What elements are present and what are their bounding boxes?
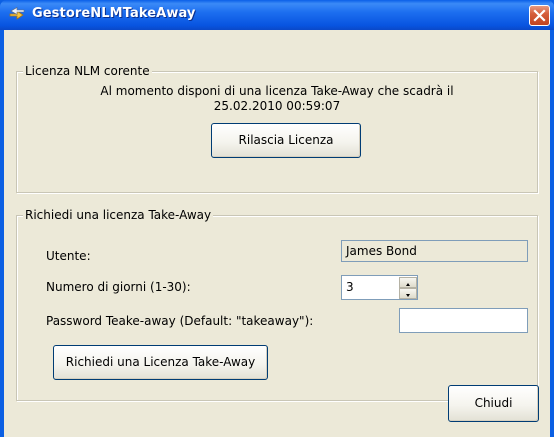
request-license-legend: Richiedi una licenza Take-Away [23, 208, 214, 222]
days-label: Numero di giorni (1-30): [46, 280, 191, 294]
app-window: GestoreNLMTakeAway Licenza NLM corente A… [0, 0, 554, 437]
license-message: Al momento disponi di una licenza Take-A… [100, 84, 454, 98]
close-button[interactable]: Chiudi [448, 385, 539, 422]
days-value[interactable]: 3 [346, 278, 354, 296]
window-title: GestoreNLMTakeAway [32, 6, 196, 21]
user-field: James Bond [341, 240, 528, 262]
days-down-button[interactable] [399, 288, 417, 299]
request-license-button[interactable]: Richiedi una Licenza Take-Away [53, 345, 268, 380]
user-label: Utente: [46, 249, 91, 263]
days-stepper[interactable]: 3 [341, 275, 418, 300]
license-expiry-date: 25.02.2010 00:59:07 [213, 99, 341, 113]
request-license-group: Richiedi una licenza Take-Away Utente: J… [16, 208, 538, 401]
title-bar[interactable]: GestoreNLMTakeAway [0, 0, 554, 30]
current-license-group: Licenza NLM corente Al momento disponi d… [16, 64, 538, 193]
close-icon [533, 9, 546, 22]
arrow-down-icon [406, 294, 410, 297]
dialog-body: Licenza NLM corente Al momento disponi d… [4, 30, 550, 437]
close-window-button[interactable] [529, 5, 550, 26]
current-license-legend: Licenza NLM corente [23, 64, 152, 78]
release-license-button[interactable]: Rilascia Licenza [211, 123, 361, 158]
arrows-icon [9, 7, 25, 20]
password-input[interactable] [399, 308, 528, 333]
password-label: Password Teake-away (Default: "takeaway"… [46, 314, 314, 328]
days-up-button[interactable] [399, 277, 417, 288]
